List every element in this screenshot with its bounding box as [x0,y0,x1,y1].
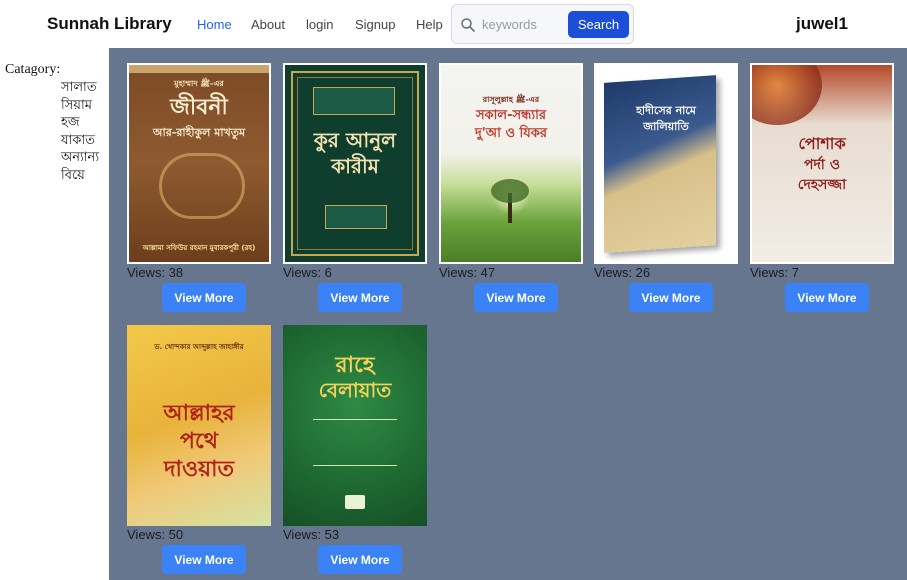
search-icon [461,18,475,32]
category-title: Catagory: [5,62,61,77]
cover-author: আল্লামা সফিউর রহমান মুবারকপুরী (রহ) [142,243,256,252]
view-count: Views: 50 [127,527,184,542]
category-item-siyam[interactable]: সিয়াম [61,97,99,115]
category-sidebar: Catagory: সালাত সিয়াম হজ যাকাত অন্যান্য… [0,48,109,580]
category-list: সালাত সিয়াম হজ যাকাত অন্যান্য বিয়ে [61,79,99,184]
cover-title-3: দাওয়াত [164,457,234,482]
book-cover-image[interactable]: কুর আনুল কারীম [283,63,427,264]
category-item-salat[interactable]: সালাত [61,79,99,97]
cover-subtitle: ড. খোন্দকার আব্দুল্লাহ জাহাঙ্গীর [154,343,244,351]
view-more-button[interactable]: View More [318,545,402,574]
cover-subtitle: রাসূলুল্লাহ ﷺ-এর [482,95,540,104]
book-cover-image[interactable]: রাহে বেলায়াত [283,325,427,526]
category-item-hajj[interactable]: হজ [61,114,99,132]
cover-title-2: কারীম [331,154,379,178]
nav-link-about[interactable]: About [251,17,285,32]
nav-link-help[interactable]: Help [416,17,443,32]
view-more-button[interactable]: View More [318,283,402,312]
book-cover-image[interactable]: মুহাম্মাদ ﷺ-এর জীবনী আর-রাহীকুল মাখতুম আ… [127,63,271,264]
cover-title-2: আর-রাহীকুল মাখতুম [152,126,246,139]
cover-title: জীবনী [170,95,228,120]
view-count: Views: 38 [127,265,184,280]
view-more-button[interactable]: View More [162,283,246,312]
cover-title: সকাল-সন্ধ্যার [475,108,547,123]
cover-title: কুর আনুল [313,128,397,152]
view-count: Views: 26 [594,265,651,280]
nav-link-home[interactable]: Home [197,17,232,32]
cover-title: হাদীসের নামে [636,104,696,117]
book-cover-image[interactable]: রাসূলুল্লাহ ﷺ-এর সকাল-সন্ধ্যার দু'আ ও যি… [439,63,583,264]
cover-title-2: বেলায়াত [318,378,392,402]
cover-subtitle: মুহাম্মাদ ﷺ-এর [174,79,224,88]
view-more-button[interactable]: View More [474,283,558,312]
view-count: Views: 53 [283,527,340,542]
brand-logo-text[interactable]: Sunnah Library [47,14,172,34]
top-navbar: Sunnah Library Home About login Signup H… [0,0,907,48]
view-more-button[interactable]: View More [629,283,713,312]
view-count: Views: 7 [750,265,799,280]
book-cover-image[interactable]: ড. খোন্দকার আব্দুল্লাহ জাহাঙ্গীর আল্লাহর… [127,325,271,526]
cover-title: আল্লাহর [163,401,235,426]
cover-title-2: দু'আ ও যিকর [474,126,548,141]
nav-link-login[interactable]: login [306,17,333,32]
cover-title-2: পর্দা ও [803,157,841,173]
cover-title: পোশাক [798,134,846,153]
search-input[interactable] [482,14,566,34]
view-count: Views: 6 [283,265,332,280]
search-button[interactable]: Search [568,11,629,38]
cover-title-2: জালিয়াতি [643,120,689,133]
category-item-others[interactable]: অন্যান্য [61,149,99,167]
book-grid: মুহাম্মাদ ﷺ-এর জীবনী আর-রাহীকুল মাখতুম আ… [109,48,907,580]
cover-title: রাহে [335,353,375,378]
cover-title-3: দেহসজ্জা [797,177,847,193]
book-cover-image[interactable]: পোশাক পর্দা ও দেহসজ্জা [750,63,894,264]
view-more-button[interactable]: View More [785,283,869,312]
category-item-marriage[interactable]: বিয়ে [61,167,99,185]
view-more-button[interactable]: View More [162,545,246,574]
category-item-zakat[interactable]: যাকাত [61,132,99,150]
cover-title-2: পথে [179,429,219,454]
search-form: Search [451,4,634,44]
book-cover-image[interactable]: হাদীসের নামে জালিয়াতি [594,63,738,264]
view-count: Views: 47 [439,265,496,280]
username-label[interactable]: juwel1 [796,14,848,34]
nav-link-signup[interactable]: Signup [355,17,395,32]
